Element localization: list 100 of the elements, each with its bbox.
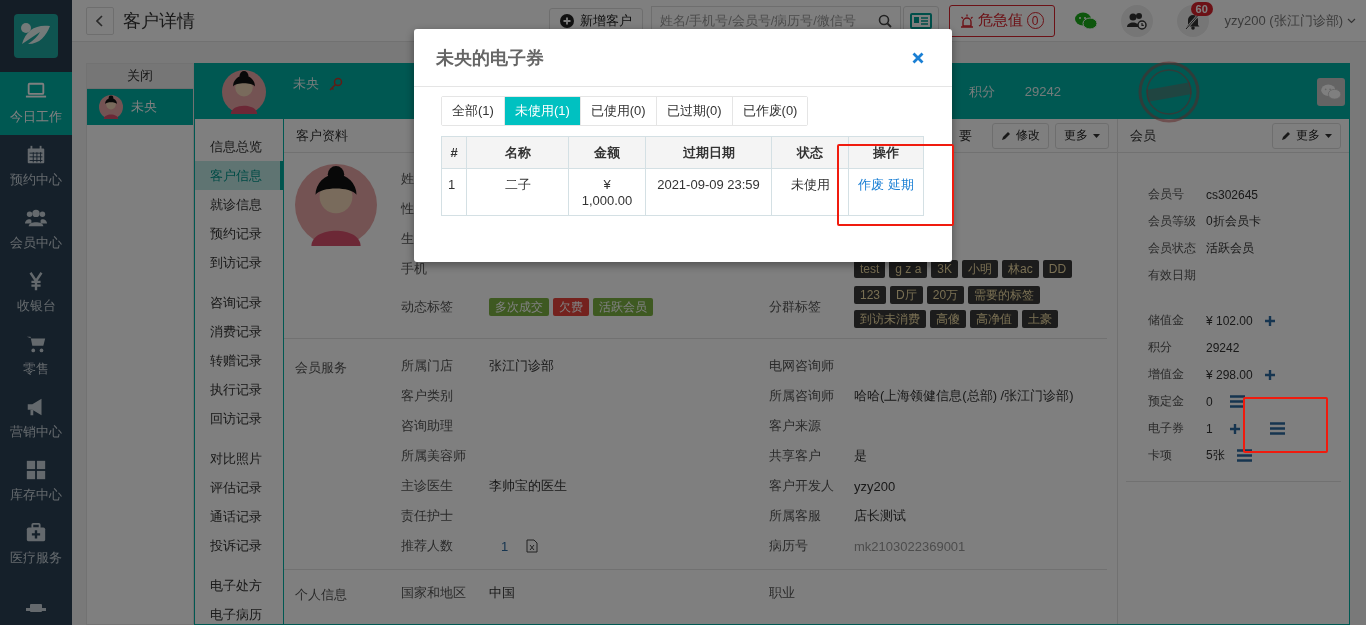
more-button[interactable]: 更多 [1272,122,1341,149]
section-menu-item[interactable]: 执行记录 [195,375,283,404]
tag: 小明 [962,260,999,278]
field-value: 李帅宝的医生 [489,477,567,495]
field-label: 姓 [401,170,414,188]
filter-tab[interactable]: 全部(1) [442,97,505,125]
field-label: 所属客服 [769,507,821,525]
field-label: 咨询助理 [401,417,453,435]
close-button[interactable]: 关闭 [87,64,193,89]
field-value: 是 [854,447,867,465]
caret-down-icon [1325,133,1332,138]
section-menu-item[interactable]: 到访记录 [195,248,283,277]
excel-file-icon[interactable] [526,539,539,553]
count-link[interactable]: 1 [489,538,509,554]
points-value: 29242 [1024,84,1061,99]
section-menu-item[interactable]: 投诉记录 [195,531,283,560]
column-label: 要 [959,126,972,145]
section-menu-item[interactable]: 消费记录 [195,317,283,346]
chevron-left-icon [96,14,104,27]
field-label: 电子券 [1148,420,1185,437]
nav-item[interactable]: 预约中心 [0,135,72,198]
more-button[interactable]: 更多 [1055,122,1109,149]
section-menu-item[interactable]: 回访记录 [195,404,283,433]
section-menu-item[interactable]: 转赠记录 [195,346,283,375]
section-menu-item[interactable]: 对比照片 [195,444,283,473]
nav-item[interactable]: 会员中心 [0,198,72,261]
list-icon[interactable] [1270,422,1285,435]
caret-down-icon [1347,17,1356,24]
action-link[interactable]: 延期 [888,177,914,192]
tag: 多次成交 [489,298,549,316]
caret-down-icon [1093,133,1100,138]
plus-icon[interactable] [1230,423,1240,434]
table-cell: 2021-09-09 23:59 [645,168,772,216]
field-value: 0折会员卡 [1206,213,1261,230]
field-value: 5张 [1206,447,1225,464]
column-header: # [441,136,467,169]
tag: 林ac [1002,260,1039,278]
tag: 需要的标签 [968,286,1041,304]
field-value: 29242 [1206,340,1240,355]
section-title: 个人信息 [295,586,348,604]
field-value: 哈哈(上海领健信息(总部) /张江门诊部) [854,387,1074,405]
tag: DD [1042,260,1073,278]
field-label: 责任护士 [401,507,453,525]
field-value: 0 [1206,394,1214,409]
section-menu-item[interactable]: 预约记录 [195,219,283,248]
panel-title: 客户资料 [296,126,348,145]
notification-button[interactable] [1176,4,1209,37]
nav-item[interactable]: 库存中心 [0,450,72,513]
list-icon[interactable] [1236,449,1252,462]
customer-name: 未央 [293,75,319,93]
field-value: cs302645 [1206,187,1259,202]
calendar-icon [25,144,47,166]
tag: 高净值 [970,310,1018,328]
nav-item[interactable]: 营销中心 [0,387,72,450]
field-label: 积分 [1148,339,1173,356]
panel-title: 会员 [1130,126,1156,145]
plus-icon[interactable] [1264,369,1275,380]
logo-icon[interactable] [14,14,58,58]
tag: 到访未消费 [854,310,926,328]
section-menu-item[interactable]: 电子处方 [195,571,283,600]
section-menu-item[interactable]: 评估记录 [195,473,283,502]
field-label: 病历号 [769,537,808,555]
section-menu-item[interactable]: 电子病历 [195,600,283,625]
tag: 3K [931,260,959,278]
action-link[interactable]: 作废 [858,177,884,192]
medkit-icon [25,522,47,544]
field-value: ¥ 102.00 [1206,313,1253,328]
tag: 土豪 [1022,310,1058,328]
list-icon[interactable] [1230,395,1245,408]
dialog-title: 未央的电子券 [436,46,544,70]
wechat-icon[interactable] [1074,11,1097,30]
field-label: 国家和地区 [401,584,466,602]
group-schedule-button[interactable] [1120,4,1153,37]
field-label: 推荐人数 [401,537,453,555]
field-label: 客户开发人 [769,477,834,495]
nav-item[interactable]: 零售 [0,324,72,387]
close-icon[interactable] [912,51,924,64]
edit-button[interactable]: 修改 [992,122,1049,149]
field-label: 会员状态 [1148,240,1197,257]
nav-item[interactable]: 收银台 [0,261,72,324]
section-menu-item[interactable]: 信息总览 [195,132,283,161]
field-value: 店长测试 [854,507,906,525]
field-label: 所属咨询师 [769,387,834,405]
users-icon [25,207,47,229]
search-icon[interactable] [877,13,892,28]
section-menu-item[interactable]: 咨询记录 [195,288,283,317]
field-label: 储值金 [1148,312,1185,329]
field-value: 活跃会员 [1206,240,1254,257]
nav-item[interactable]: 医疗服务 [0,513,72,576]
field-label: 会员号 [1148,186,1185,203]
plus-icon[interactable] [1264,315,1275,326]
section-menu-item[interactable]: 通话记录 [195,502,283,531]
section-menu-item[interactable]: 就诊信息 [195,190,283,219]
back-button[interactable] [86,6,114,35]
column-header: 过期日期 [645,136,772,169]
id-card-icon [909,12,932,29]
field-label: 所属门店 [401,357,453,375]
wechat-button[interactable] [1317,77,1345,106]
field-label: 客户类别 [401,387,453,405]
critical-value-button[interactable]: 危急值 0 [948,4,1055,37]
